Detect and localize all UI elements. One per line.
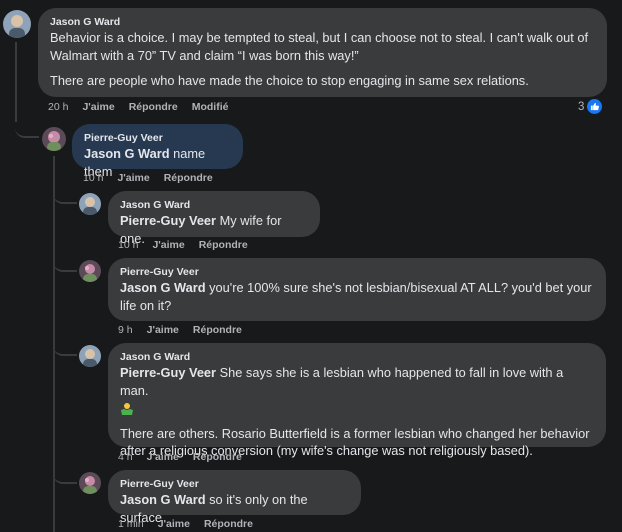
comment-actions: 4 h J'aime Répondre [118,451,242,463]
thread-curve-2 [53,186,77,204]
thread-curve-5 [53,466,77,484]
mention-link[interactable]: Jason G Ward [84,146,170,161]
like-button[interactable]: J'aime [147,324,179,336]
comment-text: Jason G Ward you're 100% sure she's not … [120,279,594,314]
reaction-summary[interactable]: 3 [578,99,603,114]
thread-curve-1 [15,110,39,138]
comment-actions: 10 h J'aime Répondre [118,239,248,251]
like-button[interactable]: J'aime [147,451,179,463]
comment-time[interactable]: 10 h [118,239,138,251]
comment-time[interactable]: 20 h [48,101,68,113]
thread-curve-4 [53,338,77,356]
comment-bubble: Jason G Ward Pierre-Guy Veer My wife for… [108,191,320,246]
reaction-count: 3 [578,100,585,113]
comment-paragraph: There are people who have made the choic… [50,73,529,88]
avatar[interactable] [3,10,31,38]
comment-paragraph: Pierre-Guy Veer She says she is a lesbia… [120,364,594,417]
reply-button[interactable]: Répondre [129,101,178,113]
comment-actions: 9 h J'aime Répondre [118,324,242,336]
like-button[interactable]: J'aime [152,239,184,251]
comment-author[interactable]: Pierre-Guy Veer [120,477,349,491]
comment-bubble: Jason G Ward Pierre-Guy Veer She says sh… [108,343,606,458]
avatar[interactable] [79,193,101,215]
comment-bubble: Pierre-Guy Veer Jason G Ward name them [72,124,243,179]
comment-bubble: Pierre-Guy Veer Jason G Ward you're 100%… [108,258,606,321]
comment-actions: 20 h J'aime Répondre Modifié [48,101,228,113]
mention-link[interactable]: Pierre-Guy Veer [120,365,216,380]
mention-link[interactable]: Jason G Ward [120,492,206,507]
comment-author[interactable]: Jason G Ward [120,350,594,364]
comment-author[interactable]: Pierre-Guy Veer [120,265,594,279]
avatar[interactable] [79,472,101,494]
avatar[interactable] [79,345,101,367]
like-button[interactable]: J'aime [158,518,190,530]
edited-label[interactable]: Modifié [192,101,229,113]
comment-author[interactable]: Pierre-Guy Veer [84,131,231,145]
thread-curve-3 [53,254,77,272]
comment-time[interactable]: 9 h [118,324,133,336]
reply-button[interactable]: Répondre [204,518,253,530]
reply-button[interactable]: Répondre [193,451,242,463]
comment-text: Pierre-Guy Veer She says she is a lesbia… [120,364,594,460]
comment-time[interactable]: 1 min [118,518,144,530]
person-shrugging-emoji-icon [120,402,134,416]
comment-text: Behavior is a choice. I may be tempted t… [50,29,595,90]
comment-author[interactable]: Jason G Ward [50,15,595,29]
mention-link[interactable]: Pierre-Guy Veer [120,213,216,228]
avatar[interactable] [42,127,66,151]
thumbs-up-icon [587,99,603,114]
comment-time[interactable]: 4 h [118,451,133,463]
comment-author[interactable]: Jason G Ward [120,198,308,212]
comment-bubble: Pierre-Guy Veer Jason G Ward so it's onl… [108,470,361,525]
comment-bubble: Jason G Ward Behavior is a choice. I may… [38,8,607,97]
comment-paragraph: Behavior is a choice. I may be tempted t… [50,30,589,63]
reply-button[interactable]: Répondre [193,324,242,336]
reply-button[interactable]: Répondre [164,172,213,184]
comment-time[interactable]: 10 h [83,172,103,184]
comment-actions: 1 min J'aime Répondre [118,518,253,530]
reply-button[interactable]: Répondre [199,239,248,251]
mention-link[interactable]: Jason G Ward [120,280,206,295]
like-button[interactable]: J'aime [117,172,149,184]
like-button[interactable]: J'aime [82,101,114,113]
comment-actions: 10 h J'aime Répondre [83,172,213,184]
avatar[interactable] [79,260,101,282]
